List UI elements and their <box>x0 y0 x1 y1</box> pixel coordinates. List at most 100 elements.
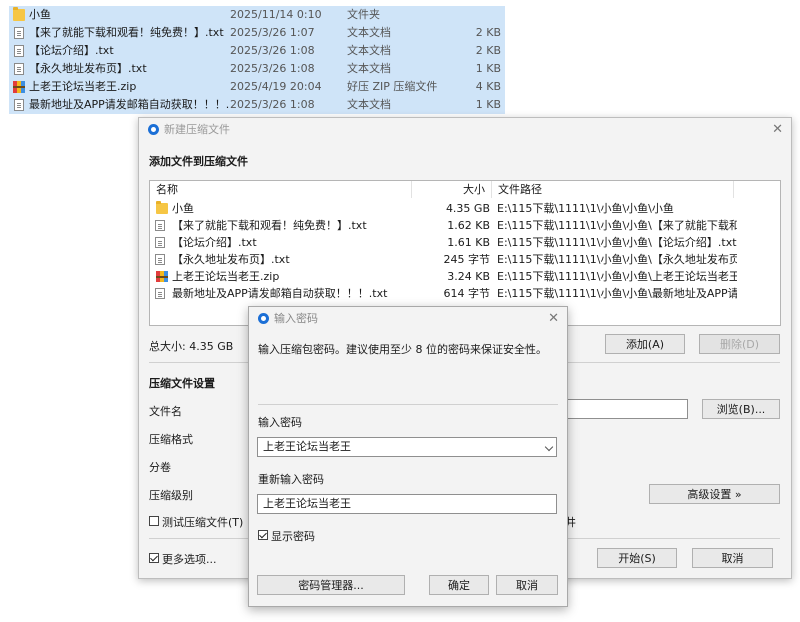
file-list-row[interactable]: 最新地址及APP请发邮箱自动获取！！！.txt 614 字节 E:\115下载\11… <box>150 285 780 302</box>
file-explorer-list: 小鱼 2025/11/14 0:10 文件夹【来了就能下载和观看！纯免费！】.txt… <box>9 6 505 114</box>
text-file-icon <box>14 99 24 111</box>
zip-file-icon <box>13 81 25 93</box>
test-archive-checkbox[interactable] <box>149 516 159 526</box>
file-type: 文件夹 <box>347 8 380 21</box>
browse-button[interactable]: 浏览(B)... <box>702 399 780 419</box>
file-list-row[interactable]: 上老王论坛当老王.zip 3.24 KB E:\115下载\1111\1\小鱼\小鱼… <box>150 268 780 285</box>
file-list-row[interactable]: 【永久地址发布页】.txt 245 字节 E:\115下载\1111\1\小鱼\小鱼… <box>150 251 780 268</box>
divider <box>258 404 558 405</box>
file-size: 4 KB <box>475 80 501 93</box>
dialog-title: 新建压缩文件 <box>164 123 230 136</box>
password-description: 输入压缩包密码。建议使用至少 8 位的密码来保证安全性。 <box>258 343 547 356</box>
file-date: 2025/3/26 1:08 <box>230 98 315 111</box>
show-password-checkbox[interactable] <box>258 530 268 540</box>
file-list-row[interactable]: 【来了就能下载和观看！纯免费！】.txt 1.62 KB E:\115下载\1111… <box>150 217 780 234</box>
cancel-button[interactable]: 取消 <box>496 575 558 595</box>
app-logo-icon <box>258 313 269 324</box>
app-logo-icon <box>148 124 159 135</box>
file-path: E:\115下载\1111\1\小鱼\小鱼\小鱼 <box>497 202 674 215</box>
text-file-icon <box>155 288 165 299</box>
explorer-row[interactable]: 【永久地址发布页】.txt 2025/3/26 1:08 文本文档 1 KB <box>9 60 505 78</box>
file-size: 1.61 KB <box>447 236 490 249</box>
filename-input[interactable] <box>559 399 688 419</box>
file-date: 2025/3/26 1:08 <box>230 44 315 57</box>
column-header-name[interactable]: 名称 <box>150 181 412 198</box>
format-label: 压缩格式 <box>149 433 193 446</box>
file-name: 【论坛介绍】.txt <box>172 236 257 249</box>
title-bar: 输入密码 ✕ <box>249 307 567 331</box>
file-size: 1 KB <box>475 98 501 111</box>
password-manager-button[interactable]: 密码管理器... <box>257 575 405 595</box>
explorer-row[interactable]: 【来了就能下载和观看！纯免费！】.txt 2025/3/26 1:07 文本文档 2 … <box>9 24 505 42</box>
cancel-button[interactable]: 取消 <box>692 548 773 568</box>
repeat-password-input[interactable]: 上老王论坛当老王 <box>257 494 557 514</box>
file-name: 【永久地址发布页】.txt <box>29 62 147 75</box>
ok-button[interactable]: 确定 <box>429 575 489 595</box>
text-file-icon <box>155 220 165 231</box>
archive-settings-heading: 压缩文件设置 <box>149 377 215 390</box>
show-password-label: 显示密码 <box>271 530 315 543</box>
repeat-password-label: 重新输入密码 <box>258 473 324 486</box>
file-size: 614 字节 <box>443 287 491 300</box>
file-name: 上老王论坛当老王.zip <box>29 80 137 93</box>
file-list-row[interactable]: 小鱼 4.35 GB E:\115下载\1111\1\小鱼\小鱼\小鱼 <box>150 200 780 217</box>
split-label: 分卷 <box>149 461 171 474</box>
file-path: E:\115下载\1111\1\小鱼\小鱼\【论坛介绍】.txt <box>497 236 737 249</box>
explorer-row[interactable]: 最新地址及APP请发邮箱自动获取！！！.... 2025/3/26 1:08 文本文… <box>9 96 505 114</box>
file-date: 2025/3/26 1:08 <box>230 62 315 75</box>
repeat-password-value: 上老王论坛当老王 <box>263 497 351 510</box>
password-value: 上老王论坛当老王 <box>263 440 351 453</box>
password-input[interactable]: 上老王论坛当老王 <box>257 437 557 457</box>
file-name: 【来了就能下载和观看！纯免费！】.txt <box>29 26 224 39</box>
file-size: 3.24 KB <box>447 270 490 283</box>
text-file-icon <box>14 27 24 39</box>
file-size: 1.62 KB <box>447 219 490 232</box>
start-button[interactable]: 开始(S) <box>597 548 677 568</box>
add-files-heading: 添加文件到压缩文件 <box>149 155 248 168</box>
explorer-row[interactable]: 小鱼 2025/11/14 0:10 文件夹 <box>9 6 505 24</box>
file-name: 小鱼 <box>29 8 51 21</box>
password-label: 输入密码 <box>258 416 302 429</box>
folder-icon <box>13 7 25 21</box>
explorer-row[interactable]: 【论坛介绍】.txt 2025/3/26 1:08 文本文档 2 KB <box>9 42 505 60</box>
close-icon[interactable]: ✕ <box>548 307 559 331</box>
file-size: 2 KB <box>475 44 501 57</box>
file-size: 4.35 GB <box>445 202 490 215</box>
file-date: 2025/11/14 0:10 <box>230 8 322 21</box>
more-options-checkbox[interactable] <box>149 553 159 563</box>
chevron-down-icon[interactable] <box>544 442 554 452</box>
text-file-icon <box>14 45 24 57</box>
file-date: 2025/4/19 20:04 <box>230 80 322 93</box>
zip-file-icon <box>156 271 168 282</box>
column-header-path[interactable]: 文件路径 <box>492 181 734 198</box>
text-file-icon <box>155 237 165 248</box>
text-file-icon <box>155 254 165 265</box>
dialog-title: 输入密码 <box>274 312 318 325</box>
file-date: 2025/3/26 1:07 <box>230 26 315 39</box>
password-dialog: 输入密码 ✕ 输入压缩包密码。建议使用至少 8 位的密码来保证安全性。 输入密码… <box>248 306 568 607</box>
file-name: 上老王论坛当老王.zip <box>172 270 280 283</box>
file-name: 小鱼 <box>172 202 194 215</box>
explorer-row[interactable]: 上老王论坛当老王.zip 2025/4/19 20:04 好压 ZIP 压缩文件 4 … <box>9 78 505 96</box>
file-name: 【永久地址发布页】.txt <box>172 253 290 266</box>
file-path: E:\115下载\1111\1\小鱼\小鱼\最新地址及APP请... <box>497 287 737 300</box>
file-size: 245 字节 <box>443 253 491 266</box>
folder-icon <box>156 201 168 214</box>
level-label: 压缩级别 <box>149 489 193 502</box>
file-path: E:\115下载\1111\1\小鱼\小鱼\【永久地址发布页... <box>497 253 737 266</box>
column-header-size[interactable]: 大小 <box>412 181 492 198</box>
file-list[interactable]: 名称 大小 文件路径 小鱼 4.35 GB E:\115下载\1111\1\小鱼\小… <box>149 180 781 326</box>
delete-button[interactable]: 删除(D) <box>699 334 780 354</box>
text-file-icon <box>14 63 24 75</box>
file-name: 【论坛介绍】.txt <box>29 44 114 57</box>
add-button[interactable]: 添加(A) <box>605 334 685 354</box>
file-name: 最新地址及APP请发邮箱自动获取！！！.... <box>29 98 229 111</box>
close-icon[interactable]: ✕ <box>772 118 783 142</box>
file-list-row[interactable]: 【论坛介绍】.txt 1.61 KB E:\115下载\1111\1\小鱼\小鱼\【… <box>150 234 780 251</box>
file-name: 最新地址及APP请发邮箱自动获取！！！.txt <box>172 287 388 300</box>
test-archive-label: 测试压缩文件(T) <box>162 516 244 529</box>
file-name: 【来了就能下载和观看！纯免费！】.txt <box>172 219 367 232</box>
advanced-settings-button[interactable]: 高级设置 » <box>649 484 780 504</box>
more-options-label[interactable]: 更多选项... <box>162 551 217 567</box>
file-size: 2 KB <box>475 26 501 39</box>
